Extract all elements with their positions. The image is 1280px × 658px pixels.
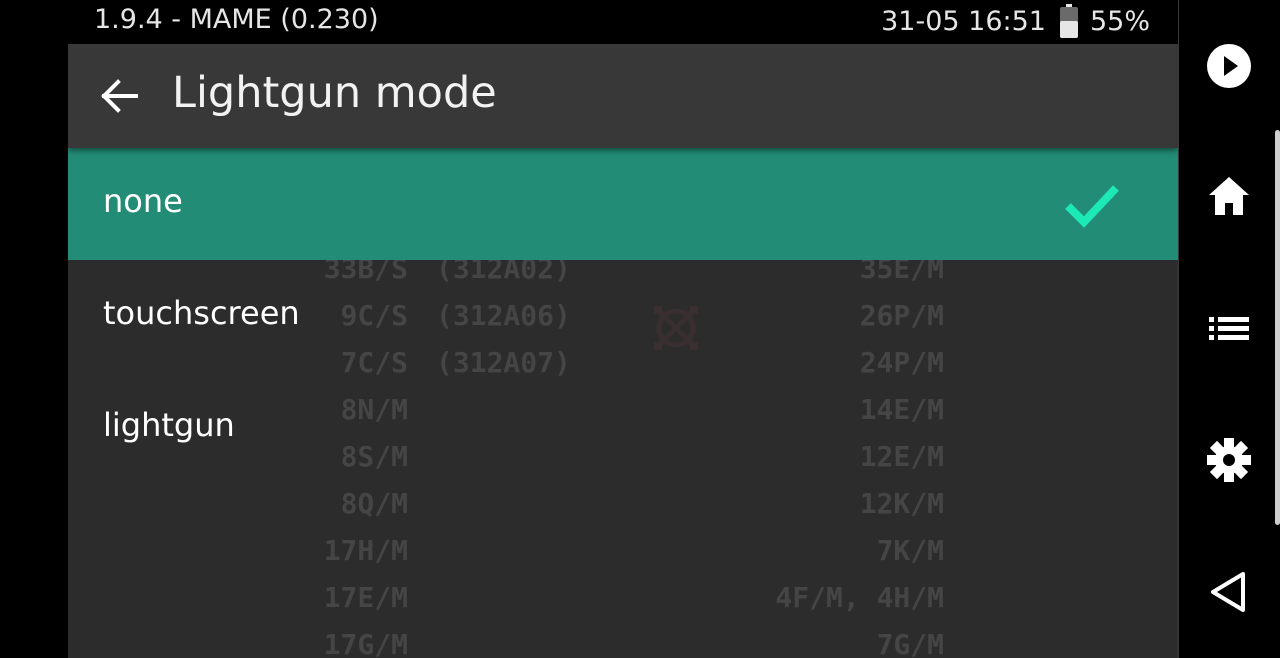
bg-text-row: 17H/M 7K/M bbox=[68, 534, 1178, 574]
options-list: none touchscreen lightgun bbox=[68, 148, 1178, 484]
play-icon bbox=[1207, 44, 1251, 88]
battery-icon bbox=[1059, 4, 1078, 38]
bg-text-row: 17G/M 7G/M bbox=[68, 628, 1178, 658]
option-lightgun[interactable]: lightgun bbox=[68, 372, 1178, 484]
screen: 1.9.4 - MAME (0.230) 31-05 16:51 55% 33B… bbox=[0, 0, 1280, 658]
scrollbar[interactable] bbox=[1275, 130, 1280, 525]
check-icon bbox=[1065, 185, 1119, 228]
bg-text-cell: 7G/M bbox=[876, 628, 944, 658]
home-icon bbox=[1209, 177, 1249, 215]
lightgun-mode-dialog: 33B/S (312A02) 35E/M 9C/S (312A06) 26P/M 7C/S(… bbox=[68, 44, 1178, 658]
arrow-left-icon bbox=[101, 79, 138, 113]
bg-text-cell: 7K/M bbox=[876, 534, 944, 567]
bg-text-row: 8Q/M 12K/M bbox=[68, 487, 1178, 527]
back-nav-button[interactable] bbox=[1205, 568, 1253, 616]
datetime: 31-05 16:51 bbox=[881, 5, 1046, 37]
play-button[interactable] bbox=[1205, 42, 1253, 90]
bg-text-cell: 8Q/M bbox=[340, 487, 408, 520]
option-label: none bbox=[103, 182, 183, 220]
home-button[interactable] bbox=[1205, 173, 1253, 221]
list-icon bbox=[1209, 317, 1249, 340]
battery-percent: 55% bbox=[1089, 5, 1150, 37]
back-button[interactable] bbox=[96, 72, 144, 120]
status-right: 31-05 16:51 55% bbox=[881, 4, 1150, 38]
gear-icon bbox=[1207, 438, 1251, 482]
bg-text-cell: 17E/M bbox=[323, 581, 408, 614]
list-button[interactable] bbox=[1205, 305, 1253, 353]
bg-text-cell: 4F/M, 4H/M bbox=[775, 581, 944, 614]
bg-text-cell: 17H/M bbox=[323, 534, 408, 567]
dialog-title: Lightgun mode bbox=[172, 68, 497, 118]
settings-button[interactable] bbox=[1205, 436, 1253, 484]
app-info: 1.9.4 - MAME (0.230) bbox=[94, 4, 379, 35]
status-bar: 1.9.4 - MAME (0.230) 31-05 16:51 55% bbox=[0, 0, 1178, 44]
option-none[interactable]: none bbox=[68, 148, 1178, 260]
back-triangle-icon bbox=[1211, 572, 1245, 612]
option-touchscreen[interactable]: touchscreen bbox=[68, 260, 1178, 372]
option-label: lightgun bbox=[103, 406, 235, 444]
nav-bar bbox=[1178, 0, 1280, 658]
bg-text-cell: 17G/M bbox=[323, 628, 408, 658]
bg-text-cell: 12K/M bbox=[859, 487, 944, 520]
bg-text-row: 17E/M 4F/M, 4H/M bbox=[68, 581, 1178, 621]
dialog-header: Lightgun mode bbox=[68, 44, 1178, 148]
option-label: touchscreen bbox=[103, 294, 300, 332]
